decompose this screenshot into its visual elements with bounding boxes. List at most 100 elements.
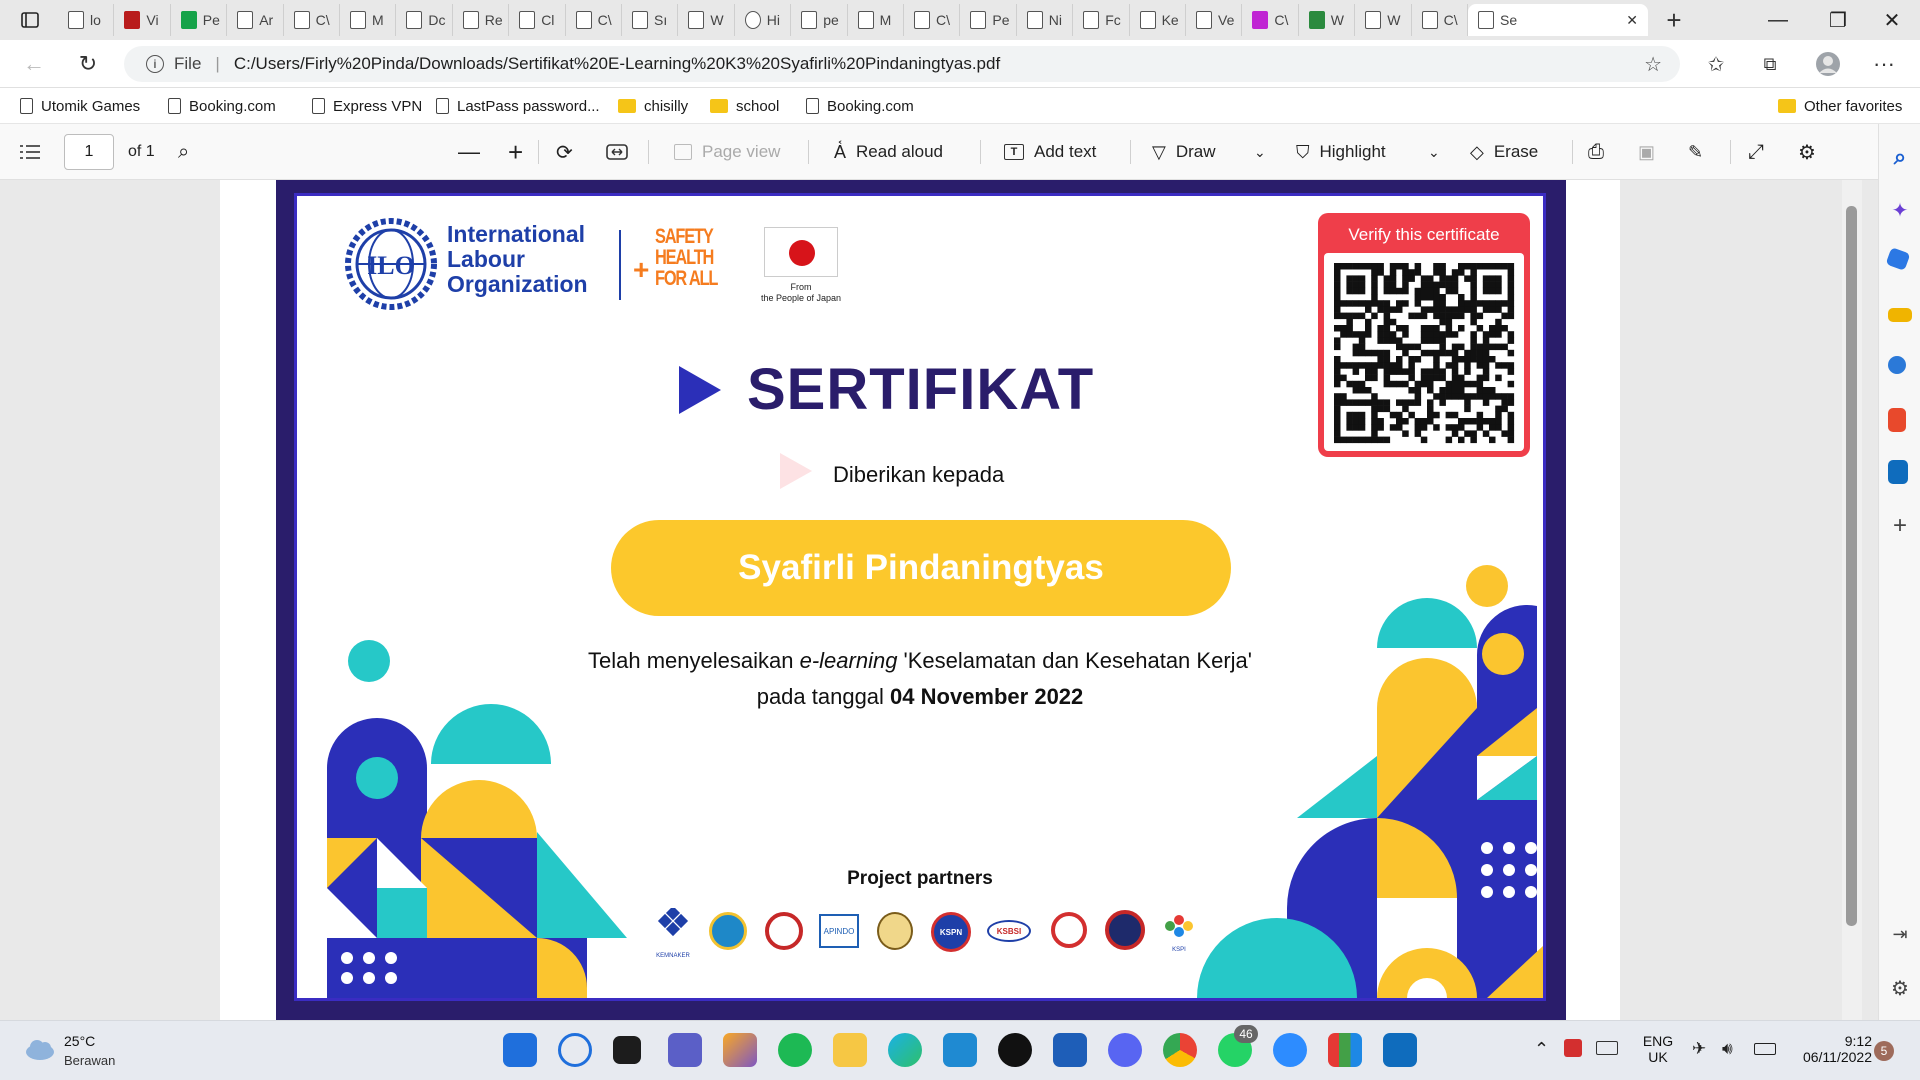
address-bar[interactable]: i File | C:/Users/Firly%20Pinda/Download…: [124, 46, 1680, 82]
sidebar-office-icon[interactable]: [1888, 408, 1906, 432]
taskbar-search-icon[interactable]: [558, 1033, 592, 1067]
zoom-in-icon[interactable]: +: [508, 124, 523, 180]
tab[interactable]: Sı: [622, 4, 679, 36]
tab[interactable]: C\: [1412, 4, 1468, 36]
search-icon[interactable]: ⌕: [178, 124, 189, 180]
back-icon[interactable]: ←: [20, 51, 48, 76]
sidebar-outlook-icon[interactable]: [1888, 460, 1908, 484]
rotate-icon[interactable]: ⟳: [556, 124, 573, 180]
sidebar-games-icon[interactable]: [1888, 356, 1906, 374]
chrome-icon[interactable]: [1163, 1033, 1197, 1067]
fullscreen-icon[interactable]: ⤢: [1748, 124, 1764, 180]
sidebar-add-icon[interactable]: +: [1888, 512, 1912, 539]
tab[interactable]: Ni: [1017, 4, 1074, 36]
favorite-folder-chisilly[interactable]: chisilly: [618, 94, 688, 118]
tab[interactable]: Fc: [1073, 4, 1130, 36]
sidebar-discover-icon[interactable]: ✦: [1888, 198, 1912, 222]
tab[interactable]: M: [340, 4, 397, 36]
url-text[interactable]: C:/Users/Firly%20Pinda/Downloads/Sertifi…: [234, 54, 1000, 74]
word-icon[interactable]: [1053, 1033, 1087, 1067]
vscode-icon[interactable]: [943, 1033, 977, 1067]
show-hidden-icons[interactable]: ⌃: [1534, 1039, 1549, 1060]
collections-icon[interactable]: ⧉: [1756, 52, 1784, 76]
tab[interactable]: Hi: [735, 4, 792, 36]
tab[interactable]: Pe: [960, 4, 1017, 36]
favorite-booking[interactable]: Booking.com: [168, 94, 276, 118]
language-indicator[interactable]: ENG UK: [1640, 1033, 1676, 1065]
minimize-button[interactable]: —: [1748, 0, 1808, 40]
tab[interactable]: C\: [566, 4, 622, 36]
info-icon[interactable]: i: [146, 55, 164, 73]
teams-chat-icon[interactable]: [668, 1033, 702, 1067]
highlight-dropdown-icon[interactable]: ⌄: [1428, 124, 1440, 180]
contents-icon[interactable]: [20, 124, 40, 180]
tab-active[interactable]: Se ✕: [1468, 4, 1648, 36]
sidebar-tools-icon[interactable]: [1888, 308, 1912, 322]
keyboard-icon[interactable]: [1596, 1041, 1618, 1055]
clock[interactable]: 9:12 06/11/2022: [1788, 1033, 1872, 1065]
volume-icon[interactable]: 🔊︎: [1722, 1039, 1733, 1059]
tab[interactable]: Cl: [509, 4, 566, 36]
weather-desc[interactable]: Berawan: [64, 1053, 115, 1068]
erase-button[interactable]: ◇ Erase: [1470, 124, 1538, 180]
close-tab-icon[interactable]: ✕: [1626, 12, 1638, 29]
other-favorites[interactable]: Other favorites: [1778, 94, 1902, 118]
tab[interactable]: lo: [58, 4, 115, 36]
pdf-settings-icon[interactable]: ⚙: [1798, 124, 1816, 180]
notification-badge[interactable]: 5: [1874, 1041, 1894, 1061]
tab[interactable]: M: [848, 4, 904, 36]
draw-dropdown-icon[interactable]: ⌄: [1254, 124, 1266, 180]
widgets-icon[interactable]: [723, 1033, 757, 1067]
new-tab-button[interactable]: +: [1658, 5, 1690, 35]
sidebar-search-icon[interactable]: ⌕: [1888, 144, 1912, 169]
spotify-icon[interactable]: [778, 1033, 812, 1067]
sidebar-hide-icon[interactable]: ⇥: [1888, 924, 1912, 948]
weather-temp[interactable]: 25°C: [64, 1033, 95, 1049]
zoom-out-icon[interactable]: —: [458, 124, 480, 180]
tab[interactable]: W: [678, 4, 735, 36]
tab-actions-icon[interactable]: [16, 8, 44, 32]
tab[interactable]: C\: [284, 4, 340, 36]
read-aloud-button[interactable]: A᷾ Read aloud: [834, 124, 943, 180]
favorites-icon[interactable]: ✩: [1702, 52, 1730, 76]
tab[interactable]: W: [1299, 4, 1356, 36]
highlight-button[interactable]: ⛉ Highlight: [1296, 124, 1386, 180]
save-as-icon[interactable]: ✎: [1688, 124, 1703, 180]
zoom-icon[interactable]: [1273, 1033, 1307, 1067]
profile-avatar[interactable]: [1814, 50, 1842, 78]
sidebar-settings-icon[interactable]: ⚙: [1888, 976, 1912, 1000]
tab[interactable]: Ar: [227, 4, 284, 36]
tab[interactable]: Pe: [171, 4, 228, 36]
sidebar-shopping-icon[interactable]: [1885, 247, 1911, 271]
tab[interactable]: Ve: [1186, 4, 1243, 36]
scrollbar-thumb[interactable]: [1846, 206, 1857, 926]
tab[interactable]: W: [1355, 4, 1412, 36]
favorite-expressvpn[interactable]: Express VPN: [312, 94, 422, 118]
file-explorer-icon[interactable]: [833, 1033, 867, 1067]
edge-icon[interactable]: [888, 1033, 922, 1067]
tab[interactable]: C\: [904, 4, 961, 36]
close-window-button[interactable]: ✕: [1862, 0, 1920, 40]
discord-icon[interactable]: [1108, 1033, 1142, 1067]
tab[interactable]: Dc: [396, 4, 453, 36]
battery-icon[interactable]: [1754, 1043, 1776, 1055]
favorite-lastpass[interactable]: LastPass password...: [436, 94, 600, 118]
photos-icon[interactable]: [1383, 1033, 1417, 1067]
task-view-icon[interactable]: [613, 1036, 641, 1064]
tray-app-icon[interactable]: [1564, 1039, 1582, 1057]
tiktok-icon[interactable]: [998, 1033, 1032, 1067]
favorite-folder-school[interactable]: school: [710, 94, 779, 118]
favorite-star-icon[interactable]: ☆: [1644, 52, 1662, 77]
winrar-icon[interactable]: [1328, 1033, 1362, 1067]
airplane-mode-icon[interactable]: ✈: [1692, 1039, 1706, 1059]
refresh-icon[interactable]: ↻: [74, 51, 102, 76]
weather-cloud-icon[interactable]: [24, 1037, 56, 1066]
page-view-button[interactable]: Page view: [674, 124, 780, 180]
add-text-button[interactable]: T Add text: [1004, 124, 1096, 180]
fit-width-icon[interactable]: [606, 124, 628, 180]
favorite-booking-2[interactable]: Booking.com: [806, 94, 914, 118]
tab[interactable]: Vi: [114, 4, 171, 36]
save-icon[interactable]: ▣: [1638, 124, 1655, 180]
page-number-input[interactable]: 1: [64, 134, 114, 170]
tab[interactable]: Ke: [1130, 4, 1186, 36]
